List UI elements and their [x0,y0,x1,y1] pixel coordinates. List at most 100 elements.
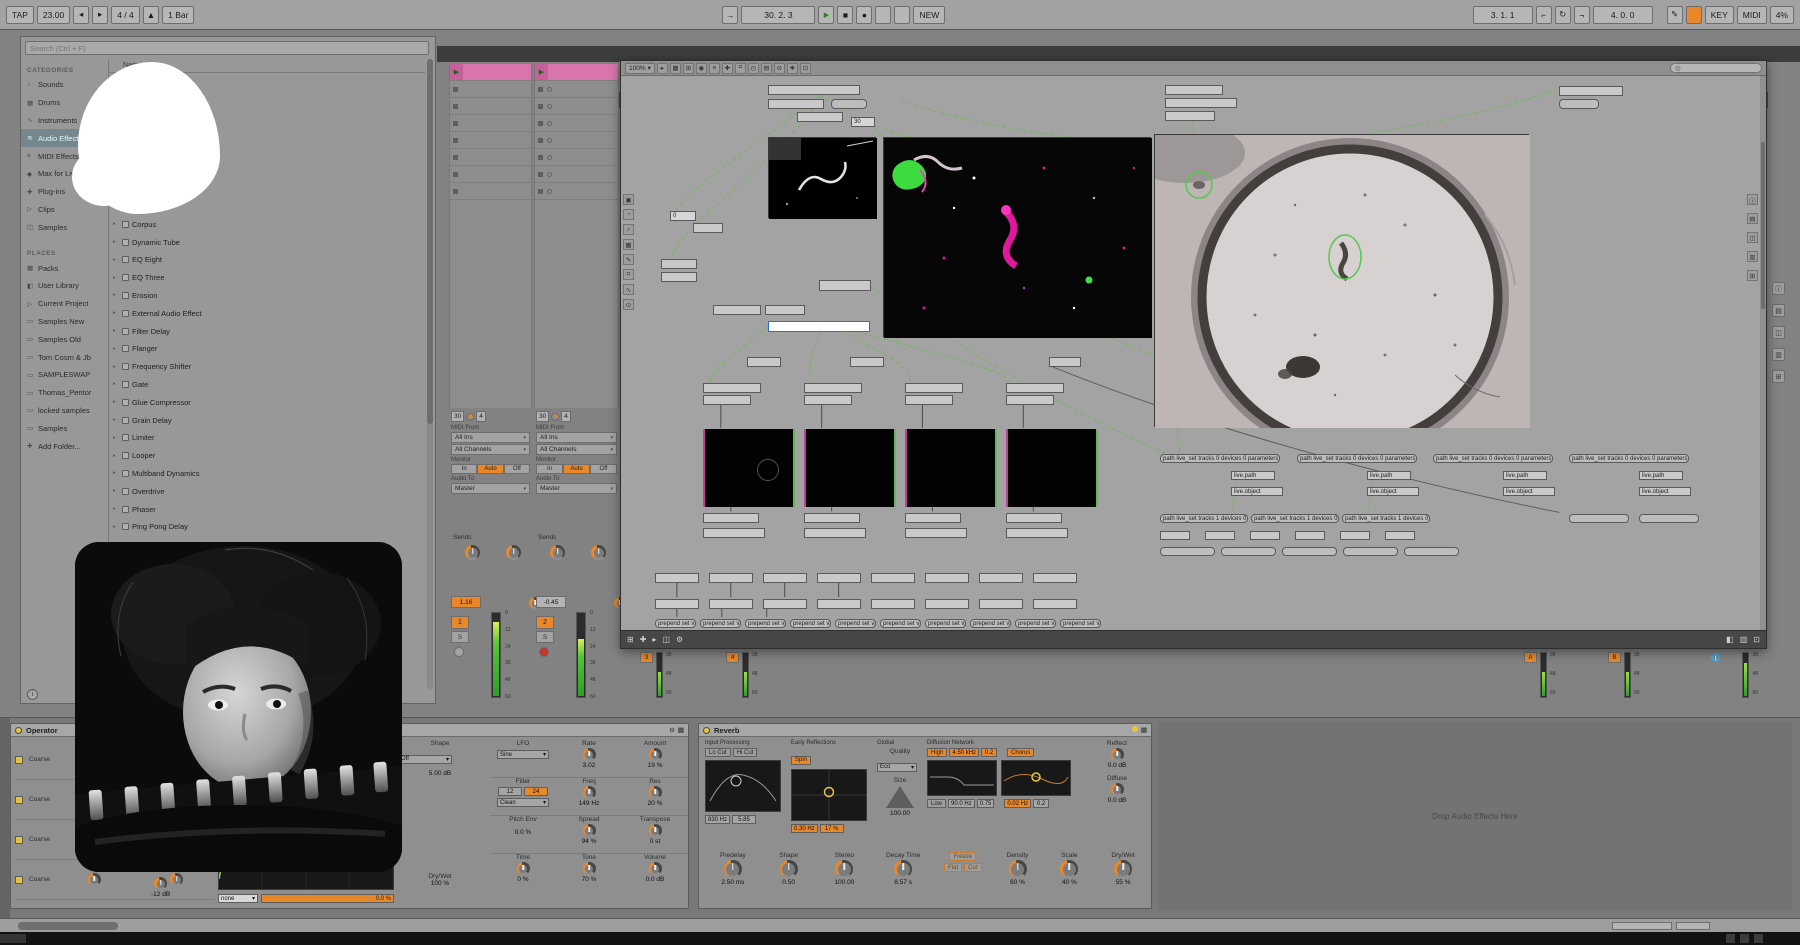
horizontal-scrollbar[interactable] [0,918,1800,932]
max-object-box[interactable]: path live_set tracks 0 devices 0 paramet… [1433,454,1553,463]
max-status-icon[interactable]: ◧ [1726,635,1734,644]
level-knob[interactable] [154,877,167,890]
clip-beats-value[interactable]: 4 [476,411,486,422]
clip-slot[interactable] [535,166,618,183]
track-activator[interactable]: 3 [640,652,653,663]
browser-device-item[interactable]: ▸ Multiband Dynamics [109,465,425,483]
max-object-box[interactable]: path live_set tracks 1 devices 0 paramet… [1251,514,1339,523]
max-object-box[interactable]: live.object [1367,487,1419,496]
input-channel-chooser[interactable]: All Channels▾ [536,444,617,455]
browser-device-item[interactable]: ▸ Glue Compressor [109,393,425,411]
max-object-box[interactable] [871,599,915,609]
osc-toggle[interactable] [15,796,23,804]
max-object-box[interactable] [703,383,761,393]
max-object-box[interactable] [979,599,1023,609]
max-object-box[interactable] [804,395,852,405]
max-object-box[interactable] [655,599,699,609]
tone-knob[interactable] [583,862,596,875]
max-object-box[interactable] [747,357,781,367]
midi-map-button[interactable]: MIDI [1737,6,1767,24]
high-gain-value[interactable]: 0.2 [981,748,997,757]
browser-place-item[interactable]: ▭ Samples New [21,313,108,331]
monitor-in-button[interactable]: In [536,464,563,474]
max-side-icon[interactable]: ✎ [623,254,634,265]
max-object-box[interactable]: path live_set tracks 0 devices 0 paramet… [1569,454,1689,463]
max-right-icon[interactable]: ▤ [1747,213,1758,224]
filter-type-chooser[interactable]: Clean▾ [497,798,549,807]
max-object-box[interactable] [817,599,861,609]
browser-device-item[interactable]: ▸ Limiter [109,429,425,447]
diffuse-knob[interactable] [1111,783,1124,796]
max-object-box[interactable] [713,305,761,315]
stereo-value[interactable]: 100.00 [834,879,854,886]
max-object-box[interactable] [655,573,699,583]
max-toolbar-icon[interactable]: ◉ [696,63,707,74]
max-object-box[interactable] [1639,514,1699,523]
filter-slope-12[interactable]: 12 [498,787,522,796]
loop-length-field[interactable]: 4. 0. 0 [1593,6,1653,24]
send-b-knob[interactable] [506,545,521,560]
spin-button[interactable]: Spin [791,756,811,765]
max-object-box[interactable]: prepend set value [655,619,696,628]
stereo-knob[interactable] [835,860,853,878]
osc-toggle[interactable] [15,836,23,844]
decay-time-knob[interactable] [894,860,912,878]
max-object-box[interactable] [709,599,753,609]
scrollbar-handle[interactable] [18,922,118,930]
shelf-display[interactable] [927,760,997,796]
max-object-box[interactable] [1250,531,1280,540]
quality-chooser[interactable]: Eco▾ [877,763,917,772]
expand-triangle-icon[interactable]: ▸ [113,239,119,245]
arm-button[interactable] [454,647,464,657]
max-object-box[interactable]: path live_set tracks 0 devices 0 paramet… [1297,454,1417,463]
input-freq-value[interactable]: 830 Hz [705,815,730,824]
max-object-box[interactable] [1385,531,1415,540]
size-value[interactable]: 100.00 [877,810,923,817]
max-status-icon[interactable]: ▥ [1740,635,1748,644]
max-object-box[interactable] [1569,514,1629,523]
chorus-button[interactable]: Chorus [1007,748,1034,757]
max-object-box[interactable] [661,272,697,282]
max-object-box[interactable] [1033,573,1077,583]
freq-knob[interactable] [583,786,596,799]
clip-beats-value[interactable]: 4 [561,411,571,422]
clip-play-icon[interactable]: ▶ [450,64,463,80]
input-type-chooser[interactable]: All Ins▾ [451,432,530,443]
input-filter-display[interactable] [705,760,781,812]
info-toggle-button[interactable]: i [27,689,38,700]
view-toggle-icon[interactable]: ⊞ [1772,370,1785,383]
max-object-box[interactable] [817,573,861,583]
browser-device-item[interactable]: ▸ Dynamic Tube [109,233,425,251]
expand-triangle-icon[interactable]: ▸ [113,346,119,352]
max-object-box[interactable] [1205,531,1235,540]
output-chooser[interactable]: Master▾ [536,483,617,494]
diffuse-value[interactable]: 0.0 dB [1108,797,1127,804]
clip-slot[interactable] [535,132,618,149]
max-vertical-scrollbar[interactable] [1760,76,1766,630]
max-object-box[interactable] [979,573,1023,583]
max-status-icon[interactable]: ⊞ [627,635,634,644]
max-object-box[interactable] [1340,531,1370,540]
arrangement-position-display[interactable]: 30. 2. 3 [741,6,815,24]
max-right-icon[interactable]: ▥ [1747,251,1758,262]
follow-button[interactable]: → [722,6,739,24]
zoom-menu[interactable]: 100%▾ [625,63,655,74]
expand-triangle-icon[interactable]: ▸ [113,292,119,298]
max-object-box[interactable] [768,321,870,332]
max-object-box[interactable] [1165,98,1237,108]
max-object-box[interactable]: path live_set tracks 1 devices 0 paramet… [1160,514,1248,523]
clip-slot[interactable] [535,115,618,132]
res-knob[interactable] [649,786,662,799]
max-status-icon[interactable]: ⊡ [1753,635,1760,644]
max-object-box[interactable]: live.object [1503,487,1555,496]
max-toolbar-icon[interactable]: ▤ [761,63,772,74]
device-drop-zone[interactable]: Drop Audio Effects Here [1158,723,1792,909]
max-toolbar-icon[interactable]: ▸ [657,63,668,74]
max-object-box[interactable]: prepend set value [970,619,1011,628]
max-object-box[interactable] [1006,383,1064,393]
scale-knob[interactable] [1060,860,1078,878]
chorus-amount-value[interactable]: 0.2 [1033,799,1049,808]
draw-mode-button[interactable]: ✎ [1667,6,1683,24]
output-chooser[interactable]: Master▾ [451,483,530,494]
max-object-box[interactable] [763,573,807,583]
